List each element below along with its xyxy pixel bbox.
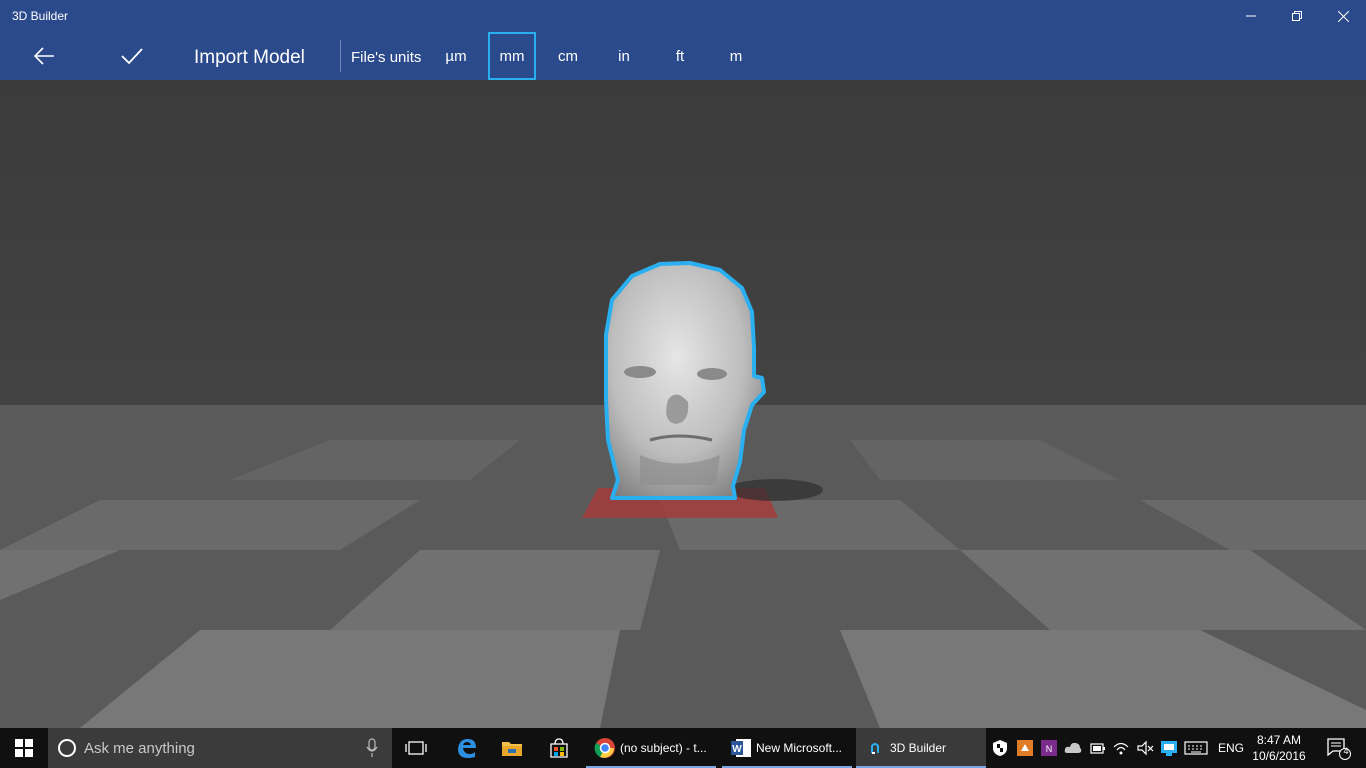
3d-viewport[interactable] (0, 80, 1366, 728)
chrome-task-button[interactable]: (no subject) - t... (586, 728, 716, 768)
cortana-icon (58, 739, 76, 757)
unit-millimeter-button[interactable]: mm (488, 32, 536, 80)
svg-text:W: W (732, 744, 742, 755)
3d-builder-task-label: 3D Builder (890, 741, 947, 755)
unit-meter-button[interactable]: m (712, 32, 760, 80)
close-button[interactable] (1320, 0, 1366, 32)
restore-icon (1292, 11, 1302, 21)
svg-text:N: N (1046, 744, 1053, 754)
minimize-button[interactable] (1228, 0, 1274, 32)
onedrive-icon[interactable] (1064, 739, 1082, 757)
back-arrow-icon (34, 47, 54, 65)
folder-icon (502, 742, 522, 756)
3d-builder-icon (871, 743, 879, 754)
toolbar-divider (340, 40, 341, 72)
page-title: Import Model (194, 47, 305, 68)
clock-time: 8:47 AM (1256, 733, 1302, 747)
input-language[interactable]: ENG (1218, 741, 1244, 755)
checkmark-icon (121, 48, 143, 64)
windows-logo-icon (15, 739, 33, 757)
chrome-task-label: (no subject) - t... (620, 741, 707, 755)
clock-date: 10/6/2016 (1252, 749, 1306, 763)
back-button[interactable] (20, 32, 68, 80)
start-button[interactable] (0, 728, 48, 768)
command-bar: Import Model File's units µm mm cm in ft… (0, 32, 1366, 80)
file-explorer-taskbar-button[interactable] (492, 728, 532, 768)
title-bar: 3D Builder (0, 0, 1366, 32)
units-label: File's units (351, 49, 422, 66)
network-adapter-icon[interactable] (1160, 739, 1178, 757)
head-model[interactable] (604, 261, 766, 500)
task-view-icon (405, 741, 427, 755)
volume-muted-icon[interactable] (1136, 739, 1154, 757)
action-center-button[interactable]: 4 (1316, 728, 1360, 768)
cortana-search-box[interactable]: Ask me anything (48, 728, 392, 768)
unit-foot-button[interactable]: ft (656, 32, 704, 80)
search-placeholder: Ask me anything (84, 740, 195, 757)
minimize-icon (1246, 15, 1256, 17)
task-view-button[interactable] (394, 728, 438, 768)
scene-canvas[interactable] (0, 80, 1366, 728)
microphone-icon[interactable] (366, 738, 378, 758)
windows-defender-icon[interactable] (992, 739, 1008, 757)
word-task-button[interactable]: W New Microsoft... (722, 728, 852, 768)
accept-import-button[interactable] (108, 32, 156, 80)
touch-keyboard-icon[interactable] (1184, 739, 1208, 757)
edge-taskbar-button[interactable] (446, 728, 486, 768)
store-icon (550, 738, 568, 758)
wifi-icon[interactable] (1112, 739, 1130, 757)
unit-inch-button[interactable]: in (600, 32, 648, 80)
chrome-icon (594, 738, 615, 758)
clock[interactable]: 8:47 AM 10/6/2016 (1252, 732, 1306, 764)
battery-icon[interactable] (1088, 739, 1106, 757)
word-task-label: New Microsoft... (756, 741, 843, 755)
unit-micrometer-button[interactable]: µm (432, 32, 480, 80)
window-title: 3D Builder (12, 9, 69, 23)
3d-builder-task-button[interactable]: 3D Builder (856, 728, 986, 768)
restore-button[interactable] (1274, 0, 1320, 32)
unit-centimeter-button[interactable]: cm (544, 32, 592, 80)
onenote-tray-icon[interactable]: N (1040, 739, 1058, 757)
app-tray-icon[interactable] (1016, 739, 1034, 757)
notification-count: 4 (1343, 746, 1349, 756)
taskbar: Ask me anything (no subject) - t... W Ne… (0, 728, 1366, 768)
edge-icon (458, 739, 476, 758)
word-icon: W (731, 739, 751, 757)
close-icon (1337, 10, 1349, 22)
store-taskbar-button[interactable] (538, 728, 580, 768)
